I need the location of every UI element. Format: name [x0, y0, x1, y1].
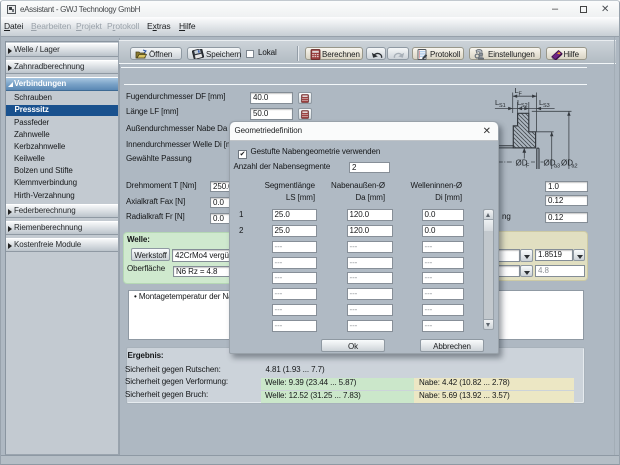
- svg-text:S1: S1: [499, 103, 506, 109]
- svg-text:S3: S3: [543, 103, 550, 109]
- svg-text:a3: a3: [554, 164, 560, 170]
- svg-text:F: F: [526, 164, 530, 170]
- svg-text:S2: S2: [521, 103, 528, 109]
- svg-text:a2: a2: [572, 164, 578, 170]
